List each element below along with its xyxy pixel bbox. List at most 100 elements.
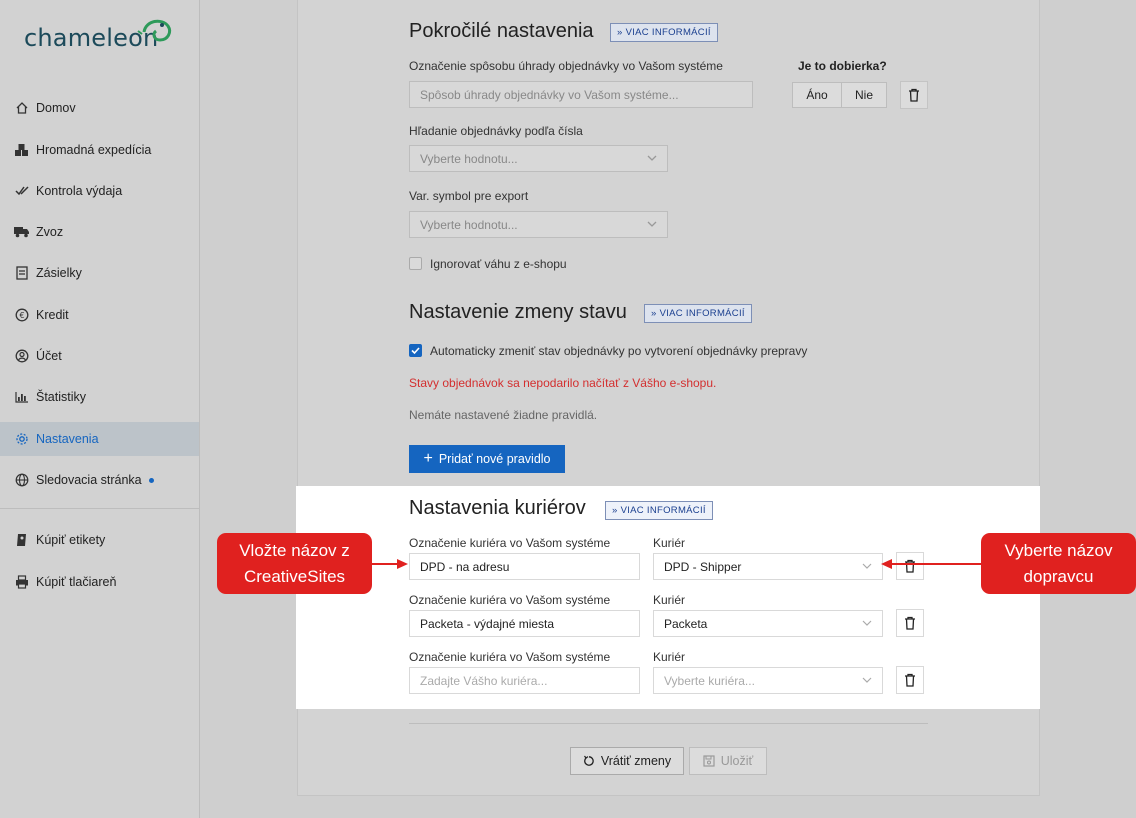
courier-label: Kuriér — [653, 650, 686, 664]
sidebar-item-bulk-expedition[interactable]: Hromadná expedícia — [0, 133, 199, 167]
delete-payment-button[interactable] — [900, 81, 928, 109]
checkmark-icon — [411, 347, 420, 355]
courier-name-input[interactable]: Packeta - výdajné miesta — [409, 610, 640, 637]
sidebar-item-label: Kontrola výdaja — [36, 184, 123, 198]
sidebar-item-tracking-page[interactable]: Sledovacia stránka — [0, 463, 199, 497]
sidebar-item-account[interactable]: Účet — [0, 339, 199, 373]
sidebar-divider — [0, 508, 199, 509]
chameleon-logo-icon — [137, 19, 172, 42]
chevron-down-icon — [862, 563, 872, 569]
sidebar-item-label: Kredit — [36, 308, 69, 322]
status-more-info-button[interactable]: » VIAC INFORMÁCIÍ — [644, 304, 752, 323]
sidebar-item-label: Zásielky — [36, 266, 82, 280]
save-icon — [703, 755, 715, 767]
status-change-title: Nastavenie zmeny stavu — [409, 301, 627, 323]
sidebar-item-buy-printer[interactable]: Kúpiť tlačiareň — [0, 565, 199, 599]
courier-more-info-button[interactable]: » VIAC INFORMÁCIÍ — [605, 501, 713, 520]
sidebar-item-label: Zvoz — [36, 225, 64, 239]
sidebar-item-dispense-check[interactable]: Kontrola výdaja — [0, 174, 199, 208]
sidebar-item-label: Kúpiť etikety — [36, 533, 106, 547]
trash-icon — [905, 559, 915, 573]
trash-icon — [905, 673, 915, 687]
callout-enter-name: Vložte názov z CreativeSites — [217, 533, 372, 594]
plus-icon: + — [423, 450, 433, 467]
delete-courier-button[interactable] — [896, 552, 924, 580]
callout-select-carrier: Vyberte názov dopravcu — [981, 533, 1136, 594]
printer-icon — [14, 574, 30, 590]
ignore-weight-label: Ignorovať váhu z e-shopu — [430, 257, 567, 271]
advanced-settings-title: Pokročilé nastavenia — [409, 20, 594, 42]
courier-select[interactable]: DPD - Shipper — [653, 553, 883, 580]
courier-name-label: Označenie kuriéra vo Vašom systéme — [409, 536, 611, 550]
ignore-weight-checkbox[interactable] — [409, 257, 422, 270]
chevron-down-icon — [862, 677, 872, 683]
double-chevron-right-icon: » — [617, 27, 623, 38]
delete-courier-button[interactable] — [896, 666, 924, 694]
undo-icon — [583, 755, 594, 766]
sidebar-item-statistics[interactable]: Štatistiky — [0, 380, 199, 414]
sidebar-item-home[interactable]: Domov — [0, 91, 199, 125]
cod-yes-button[interactable]: Áno — [792, 82, 842, 108]
courier-settings-section: Nastavenia kuriérov » VIAC INFORMÁCIÍ Ozn… — [296, 486, 1040, 709]
sidebar-item-pickup[interactable]: Zvoz — [0, 215, 199, 249]
callout-arrow-left — [372, 563, 400, 565]
status-load-error: Stavy objednávok sa nepodarilo načítať z… — [409, 376, 717, 390]
double-chevron-right-icon: » — [612, 505, 618, 516]
courier-name-label: Označenie kuriéra vo Vašom systéme — [409, 650, 611, 664]
arrow-head-right-icon — [397, 559, 408, 569]
sidebar-item-credit[interactable]: € Kredit — [0, 298, 199, 332]
sidebar-item-label: Štatistiky — [36, 390, 87, 404]
sidebar-item-label: Kúpiť tlačiareň — [36, 575, 117, 589]
new-courier-select[interactable]: Vyberte kuriéra... — [653, 667, 883, 694]
footer-divider — [409, 723, 928, 724]
courier-settings-title: Nastavenia kuriérov — [409, 497, 586, 519]
chevron-down-icon — [862, 620, 872, 626]
home-icon — [14, 100, 30, 116]
payment-method-label: Označenie spôsobu úhrady objednávky vo V… — [409, 59, 723, 73]
payment-method-input[interactable]: Spôsob úhrady objednávky vo Vašom systém… — [409, 81, 753, 108]
chevron-down-icon — [647, 221, 657, 227]
courier-select[interactable]: Packeta — [653, 610, 883, 637]
sidebar-item-label: Nastavenia — [36, 432, 99, 446]
arrow-head-left-icon — [881, 559, 892, 569]
add-rule-button[interactable]: + Pridať nové pravidlo — [409, 445, 565, 473]
cod-no-button[interactable]: Nie — [841, 82, 887, 108]
sidebar-item-settings[interactable]: Nastavenia — [0, 422, 199, 456]
new-courier-name-input[interactable]: Zadajte Vášho kuriéra... — [409, 667, 640, 694]
sidebar-item-shipments[interactable]: Zásielky — [0, 256, 199, 290]
no-rules-text: Nemáte nastavené žiadne pravidlá. — [409, 408, 598, 422]
double-chevron-right-icon: » — [651, 308, 657, 319]
variable-symbol-select[interactable]: Vyberte hodnotu... — [409, 211, 668, 238]
callout-arrow-right — [890, 563, 981, 565]
globe-icon — [14, 472, 30, 488]
save-button[interactable]: Uložiť — [689, 747, 767, 775]
chevron-down-icon — [647, 155, 657, 161]
trash-icon — [905, 616, 915, 630]
double-check-icon — [14, 183, 30, 199]
delete-courier-button[interactable] — [896, 609, 924, 637]
courier-label: Kuriér — [653, 593, 686, 607]
cod-label: Je to dobierka? — [798, 59, 887, 73]
label-icon — [14, 532, 30, 548]
trash-icon — [909, 88, 919, 102]
order-search-select[interactable]: Vyberte hodnotu... — [409, 145, 668, 172]
list-icon — [14, 265, 30, 281]
euro-icon: € — [14, 307, 30, 323]
revert-changes-button[interactable]: Vrátiť zmeny — [570, 747, 684, 775]
notification-dot — [148, 477, 154, 483]
courier-name-input[interactable]: DPD - na adresu — [409, 553, 640, 580]
user-circle-icon — [14, 348, 30, 364]
variable-symbol-label: Var. symbol pre export — [409, 189, 529, 203]
sidebar-item-buy-labels[interactable]: Kúpiť etikety — [0, 523, 199, 557]
sidebar-item-label: Sledovacia stránka — [36, 473, 142, 487]
boxes-icon — [14, 142, 30, 158]
auto-change-status-label: Automaticky zmeniť stav objednávky po vy… — [430, 344, 808, 358]
sidebar: chameleon Domov Hromadná expedícia Kontr… — [0, 0, 200, 818]
courier-label: Kuriér — [653, 536, 686, 550]
sidebar-item-label: Účet — [36, 349, 62, 363]
truck-icon — [14, 224, 30, 240]
auto-change-status-checkbox[interactable] — [409, 344, 422, 357]
svg-text:€: € — [19, 311, 24, 320]
advanced-more-info-button[interactable]: » VIAC INFORMÁCIÍ — [610, 23, 718, 42]
order-search-label: Hľadanie objednávky podľa čísla — [409, 124, 583, 138]
